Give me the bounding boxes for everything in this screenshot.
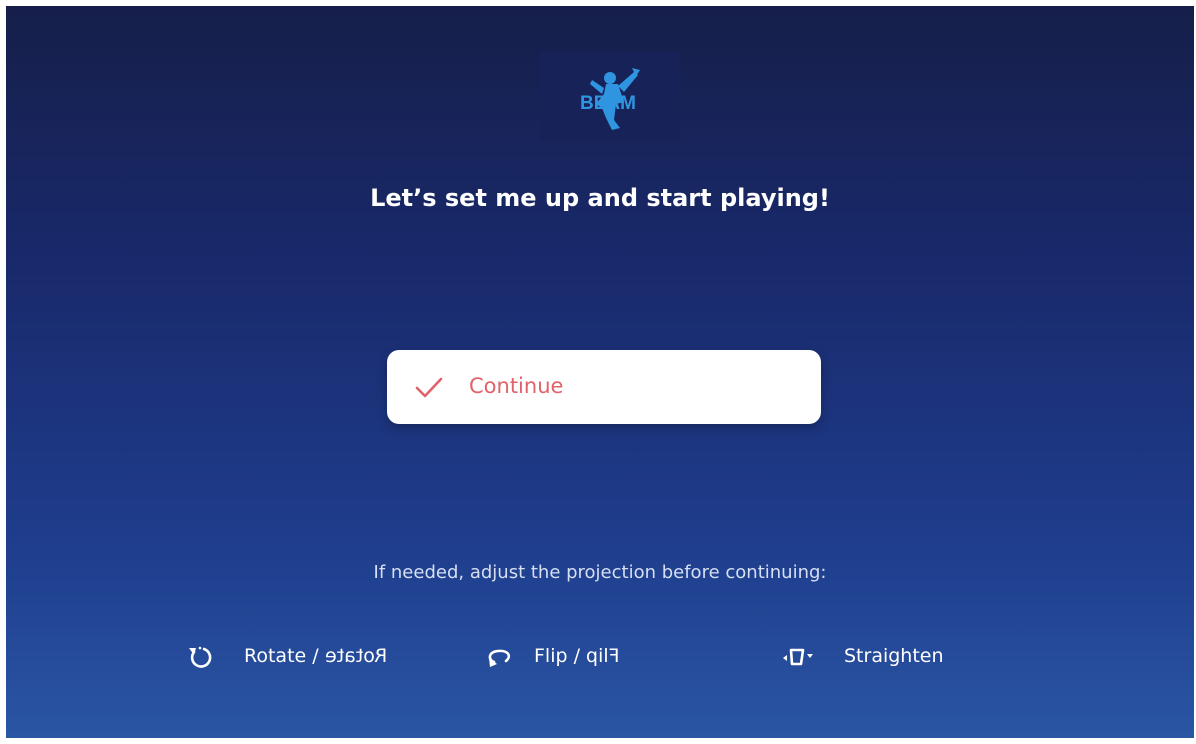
- flip-label-text: Flip: [534, 645, 568, 667]
- setup-screen: BEAM Let’s set me up and start playing! …: [6, 6, 1194, 738]
- page-title: Let’s set me up and start playing!: [370, 184, 830, 212]
- flip-icon: [488, 649, 511, 667]
- straighten-label: Straighten: [844, 645, 944, 667]
- rotate-mirrored-label: Rotate: [324, 645, 387, 667]
- flip-label: Flip / Flip: [534, 645, 620, 667]
- flip-button[interactable]: Flip / Flip: [486, 640, 666, 674]
- straighten-icon: [783, 648, 813, 666]
- rotate-button[interactable]: Rotate / Rotate: [186, 640, 426, 674]
- continue-button[interactable]: Continue: [387, 350, 821, 424]
- rotate-label: Rotate / Rotate: [244, 645, 387, 667]
- rotate-icon: [189, 646, 212, 668]
- flip-mirrored-label: Flip: [586, 645, 620, 667]
- continue-button-label: Continue: [469, 374, 564, 398]
- rotate-label-text: Rotate: [244, 645, 307, 667]
- rotate-separator: /: [312, 645, 319, 667]
- straighten-button[interactable]: Straighten: [782, 640, 972, 674]
- projection-hint-text: If needed, adjust the projection before …: [373, 562, 827, 583]
- logo-text: BEAM: [580, 93, 636, 114]
- checkmark-icon: [415, 377, 443, 398]
- flip-separator: /: [573, 645, 580, 667]
